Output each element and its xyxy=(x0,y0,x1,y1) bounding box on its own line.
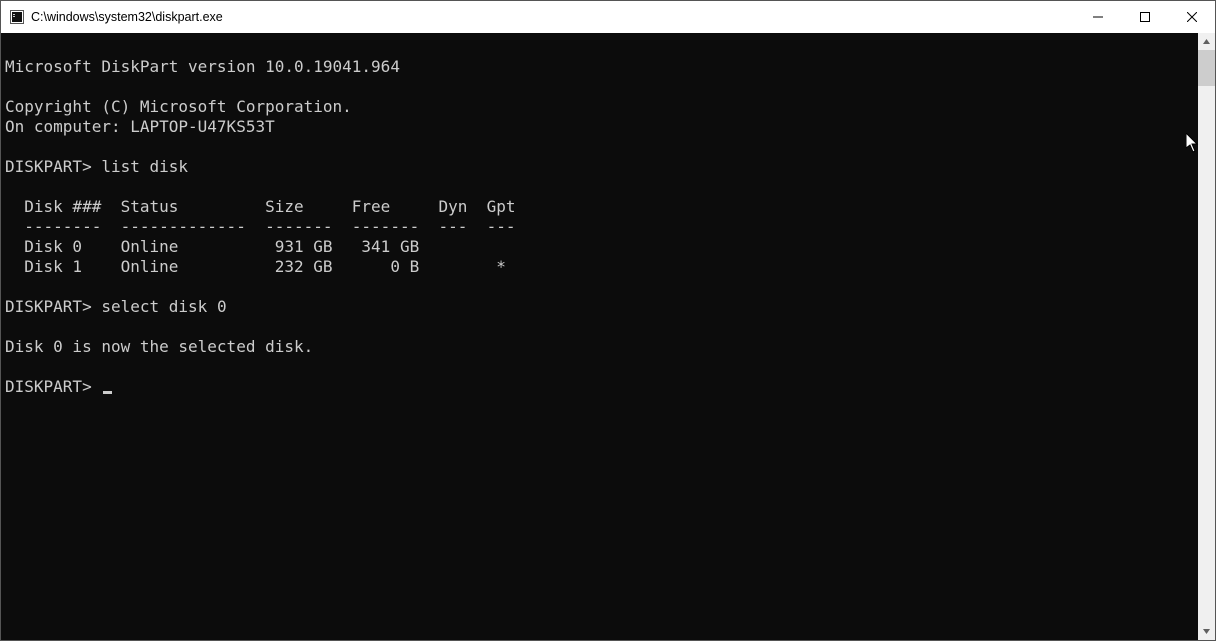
console[interactable]: Microsoft DiskPart version 10.0.19041.96… xyxy=(1,33,1198,640)
copyright-line: Copyright (C) Microsoft Corporation. xyxy=(5,97,352,116)
client-area: Microsoft DiskPart version 10.0.19041.96… xyxy=(1,33,1215,640)
scrollbar-thumb[interactable] xyxy=(1198,50,1215,86)
text-cursor xyxy=(103,391,112,394)
titlebar[interactable]: C:\windows\system32\diskpart.exe xyxy=(1,1,1215,33)
close-button[interactable] xyxy=(1168,1,1215,33)
command-input: select disk 0 xyxy=(101,297,226,316)
app-icon xyxy=(9,9,25,25)
prompt: DISKPART> xyxy=(5,377,92,396)
maximize-button[interactable] xyxy=(1121,1,1168,33)
computer-line: On computer: LAPTOP-U47KS53T xyxy=(5,117,275,136)
window: C:\windows\system32\diskpart.exe Microso… xyxy=(0,0,1216,641)
chevron-up-icon xyxy=(1202,37,1211,46)
chevron-down-icon xyxy=(1202,627,1211,636)
message: Disk 0 is now the selected disk. xyxy=(5,337,313,356)
table-row: Disk 0 Online 931 GB 341 GB xyxy=(5,237,419,256)
command-input: list disk xyxy=(101,157,188,176)
table-row: Disk 1 Online 232 GB 0 B * xyxy=(5,257,506,276)
vertical-scrollbar[interactable] xyxy=(1198,33,1215,640)
table-header: Disk ### Status Size Free Dyn Gpt xyxy=(5,197,516,216)
window-controls xyxy=(1074,1,1215,33)
minimize-button[interactable] xyxy=(1074,1,1121,33)
scrollbar-track[interactable] xyxy=(1198,50,1215,623)
window-title: C:\windows\system32\diskpart.exe xyxy=(31,10,1074,24)
table-divider: -------- ------------- ------- ------- -… xyxy=(5,217,516,236)
version-line: Microsoft DiskPart version 10.0.19041.96… xyxy=(5,57,400,76)
scroll-up-button[interactable] xyxy=(1198,33,1215,50)
prompt: DISKPART> xyxy=(5,157,92,176)
prompt: DISKPART> xyxy=(5,297,92,316)
scroll-down-button[interactable] xyxy=(1198,623,1215,640)
